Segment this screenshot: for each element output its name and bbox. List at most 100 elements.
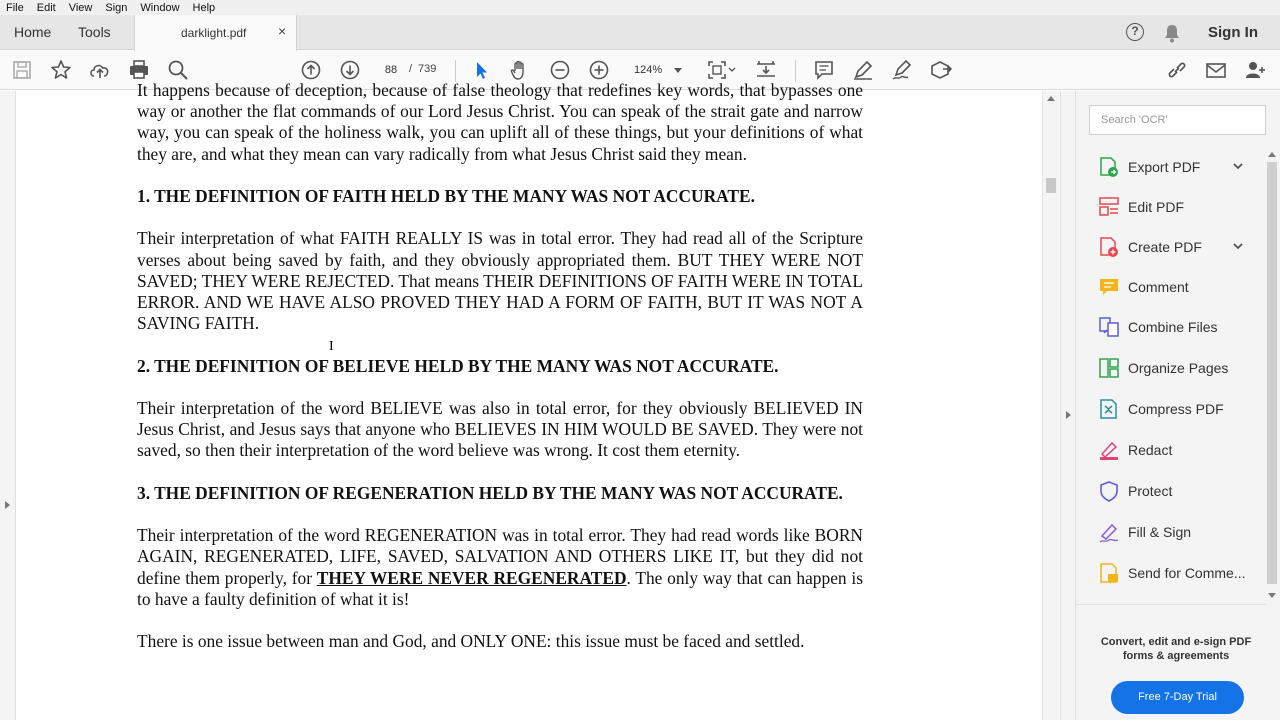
paragraph: Their interpretation of what FAITH REALL…	[137, 228, 863, 334]
tool-label: Compress PDF	[1128, 401, 1224, 417]
menu-file[interactable]: File	[0, 2, 31, 14]
scroll-down-icon[interactable]	[1268, 593, 1276, 598]
organize-pages-icon	[1098, 357, 1120, 379]
tool-item-fill-sign[interactable]: Fill & Sign	[1076, 513, 1266, 553]
share-link-icon[interactable]	[1165, 58, 1189, 82]
zoom-in-icon[interactable]	[587, 58, 611, 82]
zoom-out-icon[interactable]	[548, 58, 572, 82]
menu-edit[interactable]: Edit	[31, 2, 63, 14]
tab-tools[interactable]: Tools	[78, 24, 111, 40]
right-panel-toggle[interactable]	[1060, 91, 1076, 720]
tool-item-create-pdf[interactable]: Create PDF	[1076, 228, 1266, 268]
tab-home[interactable]: Home	[14, 24, 51, 40]
page-total: 739	[418, 63, 437, 75]
chevron-down-icon[interactable]	[1232, 239, 1244, 251]
save-icon[interactable]	[10, 58, 34, 82]
page-number-input[interactable]: 88	[377, 61, 405, 80]
tools-pane-scrollbar[interactable]	[1266, 150, 1278, 605]
export-pdf-icon	[1098, 156, 1120, 178]
tool-label: Combine Files	[1128, 319, 1218, 335]
menu-window[interactable]: Window	[134, 2, 186, 14]
menu-help[interactable]: Help	[187, 2, 223, 14]
document-scrollbar[interactable]	[1042, 91, 1059, 720]
page-down-icon[interactable]	[338, 58, 362, 82]
print-icon[interactable]	[127, 58, 151, 82]
send-comments-icon	[1098, 562, 1120, 584]
paragraph: Their interpretation of the word BELIEVE…	[137, 397, 863, 461]
section-heading: 1. THE DEFINITION OF FAITH HELD BY THE M…	[137, 186, 755, 206]
edit-pdf-icon	[1098, 196, 1120, 218]
notification-bell-icon[interactable]	[1163, 23, 1181, 43]
sign-pen-icon[interactable]	[890, 58, 914, 82]
menu-view[interactable]: View	[63, 2, 100, 14]
zoom-level-value: 124%	[634, 64, 663, 76]
upload-cloud-icon[interactable]	[88, 58, 112, 82]
search-zoom-icon[interactable]	[166, 58, 190, 82]
tabs-bar: Home Tools darklight.pdf × ? Sign In	[0, 15, 1280, 51]
text-cursor-icon: I	[329, 339, 334, 354]
menu-sign[interactable]: Sign	[99, 2, 134, 14]
chevron-right-icon	[5, 501, 10, 509]
tool-item-export-pdf[interactable]: Export PDF	[1076, 148, 1266, 188]
tools-pane: Search 'OCR' Export PDF Edit PDF Create PD…	[1076, 91, 1280, 720]
tool-label: Send for Comme...	[1128, 565, 1246, 581]
divider	[1076, 604, 1266, 605]
sign-in-button[interactable]: Sign In	[1208, 24, 1258, 41]
tool-label: Export PDF	[1128, 159, 1201, 175]
paragraph: It happens because of deception, because…	[137, 80, 863, 164]
comment-icon[interactable]	[812, 58, 836, 82]
select-arrow-icon[interactable]	[469, 58, 493, 82]
tools-search-input[interactable]: Search 'OCR'	[1089, 105, 1266, 135]
combine-files-icon	[1098, 316, 1120, 338]
tool-label: Protect	[1128, 483, 1173, 499]
close-tab-icon[interactable]: ×	[278, 23, 286, 39]
scroll-up-icon[interactable]	[1047, 96, 1055, 101]
tool-item-protect[interactable]: Protect	[1076, 472, 1266, 512]
tool-label: Redact	[1128, 442, 1173, 458]
section-heading: 3. THE DEFINITION OF REGENERATION HELD B…	[137, 482, 843, 503]
document-tab-label: darklight.pdf	[181, 26, 247, 40]
fill-sign-icon	[1098, 521, 1120, 543]
more-tools-icon[interactable]	[929, 58, 953, 82]
tool-item-compress-pdf[interactable]: Compress PDF	[1076, 390, 1266, 430]
tab-document[interactable]: darklight.pdf ×	[134, 15, 297, 51]
redact-icon	[1098, 439, 1120, 461]
pdf-page: It happens because of deception, because…	[137, 80, 863, 652]
bookmark-star-icon[interactable]	[49, 58, 73, 82]
menu-bar: File Edit View Sign Window Help	[0, 0, 1280, 15]
left-panel-toggle[interactable]	[0, 91, 16, 720]
paragraph: There is one issue between man and God, …	[137, 631, 805, 652]
highlight-pen-icon[interactable]	[851, 58, 875, 82]
page-fit-icon[interactable]	[705, 58, 737, 82]
scroll-mode-icon[interactable]	[754, 58, 778, 82]
scroll-up-icon[interactable]	[1268, 152, 1276, 157]
tool-item-edit-pdf[interactable]: Edit PDF	[1076, 188, 1266, 228]
chevron-down-icon[interactable]	[1232, 159, 1244, 171]
zoom-level-dropdown[interactable]: 124%	[626, 61, 688, 80]
section-heading: 2. THE DEFINITION OF BELIEVE HELD BY THE…	[137, 355, 779, 376]
tool-label: Create PDF	[1128, 239, 1202, 255]
email-icon[interactable]	[1204, 58, 1228, 82]
promo-text: Convert, edit and e-sign PDF forms & agr…	[1100, 636, 1252, 662]
chevron-down-icon	[674, 68, 682, 73]
tool-label: Comment	[1128, 279, 1189, 295]
scrollbar-thumb[interactable]	[1267, 162, 1277, 584]
free-trial-button[interactable]: Free 7-Day Trial	[1111, 681, 1244, 714]
paragraph: Their interpretation of the word REGENER…	[137, 525, 863, 610]
hand-tool-icon[interactable]	[508, 58, 532, 82]
tool-item-combine-files[interactable]: Combine Files	[1076, 308, 1266, 348]
compress-pdf-icon	[1098, 398, 1120, 420]
toolbar-divider	[795, 60, 796, 82]
tool-label: Fill & Sign	[1128, 524, 1192, 540]
add-user-icon[interactable]	[1243, 58, 1267, 82]
page-up-icon[interactable]	[299, 58, 323, 82]
page-separator: /	[409, 63, 413, 75]
tool-item-comment[interactable]: Comment	[1076, 268, 1266, 308]
comment-tool-icon	[1098, 276, 1120, 298]
tool-item-organize-pages[interactable]: Organize Pages	[1076, 349, 1266, 389]
help-icon[interactable]: ?	[1126, 23, 1144, 41]
tool-item-redact[interactable]: Redact	[1076, 431, 1266, 471]
scrollbar-thumb[interactable]	[1046, 178, 1056, 193]
emphasized-text: THEY WERE NEVER REGENERATED	[316, 567, 627, 588]
tool-item-send-for-comme[interactable]: Send for Comme...	[1076, 554, 1266, 594]
